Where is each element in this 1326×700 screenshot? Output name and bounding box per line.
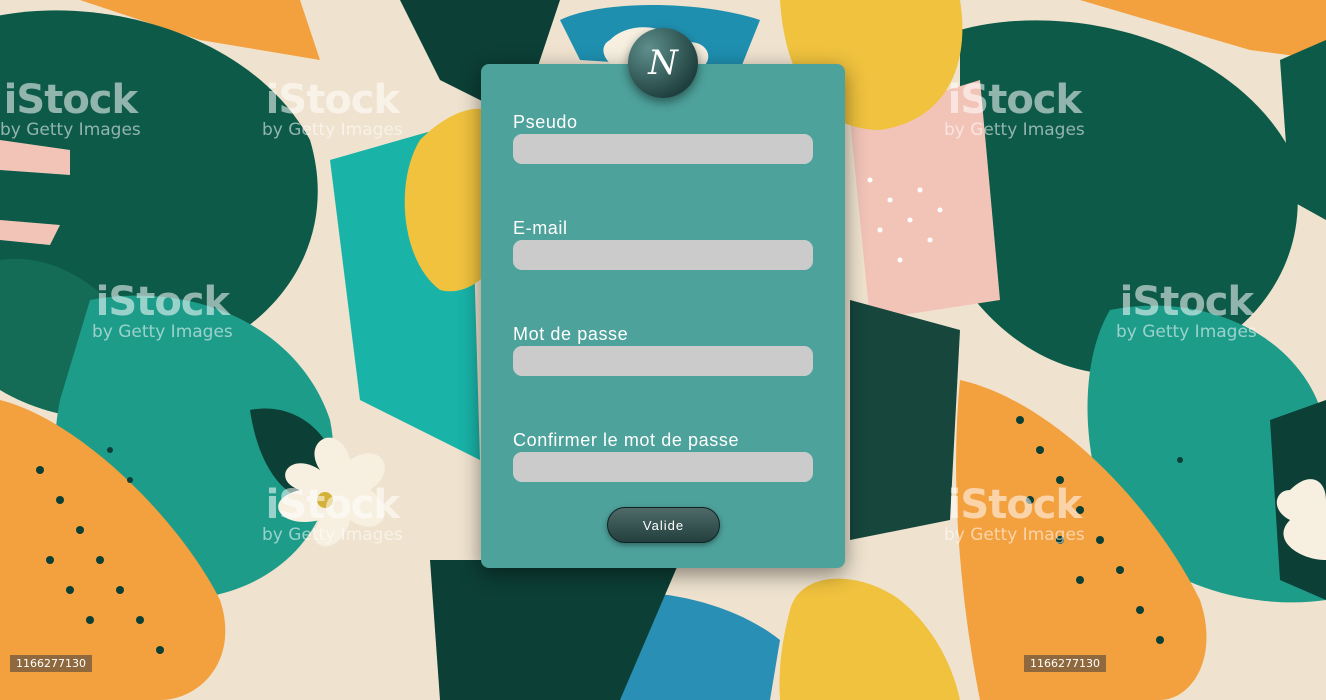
stock-id-badge: 1166277130 bbox=[10, 655, 92, 672]
watermark: iStock by Getty Images bbox=[944, 482, 1085, 545]
watermark: iStock by Getty Images bbox=[262, 77, 403, 140]
watermark: iStock by Getty Images bbox=[0, 77, 141, 140]
watermark: iStock by Getty Images bbox=[262, 482, 403, 545]
watermark: iStock by Getty Images bbox=[92, 279, 233, 342]
pseudo-label: Pseudo bbox=[513, 112, 578, 132]
submit-button[interactable]: Valide bbox=[607, 507, 720, 543]
pseudo-input[interactable] bbox=[513, 134, 813, 164]
email-input[interactable] bbox=[513, 240, 813, 270]
logo-n-icon: N bbox=[628, 28, 698, 98]
password-input[interactable] bbox=[513, 346, 813, 376]
email-label: E-mail bbox=[513, 218, 568, 238]
stock-id-badge: 1166277130 bbox=[1024, 655, 1106, 672]
confirm-password-input[interactable] bbox=[513, 452, 813, 482]
password-label: Mot de passe bbox=[513, 324, 629, 344]
confirm-password-label: Confirmer le mot de passe bbox=[513, 430, 740, 450]
watermark: iStock by Getty Images bbox=[944, 77, 1085, 140]
watermark: iStock by Getty Images bbox=[1116, 279, 1257, 342]
